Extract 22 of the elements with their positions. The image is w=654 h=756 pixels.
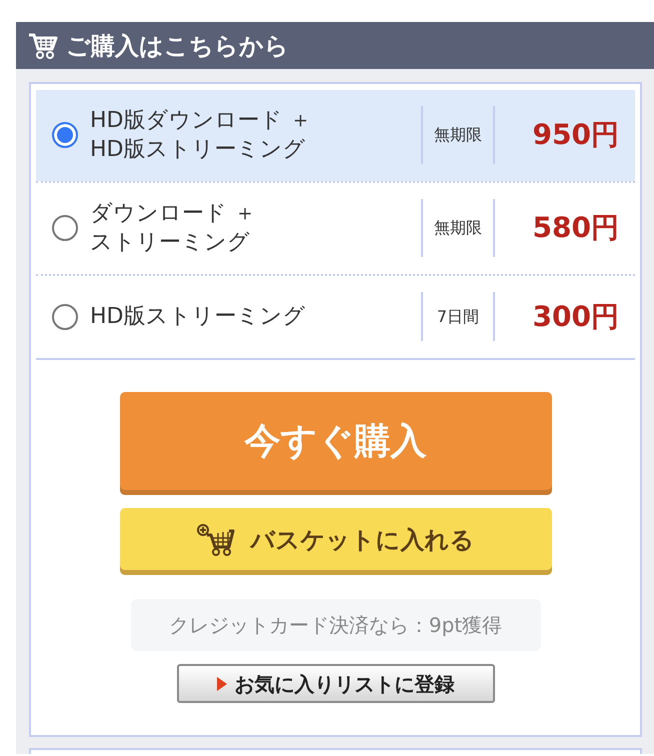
radio-button[interactable]	[52, 215, 78, 241]
radio-button[interactable]	[52, 122, 78, 148]
section-title: ご購入はこちらから	[66, 34, 289, 58]
points-note: クレジットカード決済なら：9pt獲得	[130, 599, 540, 651]
purchase-option-row[interactable]: ダウンロード ＋ ストリーミング 無期限 580円	[36, 181, 635, 274]
option-label: ダウンロード ＋ ストリーミング	[90, 200, 257, 257]
period-cell: 無期限	[421, 106, 495, 164]
radio-button[interactable]	[52, 304, 78, 330]
price-text: 580円	[532, 210, 620, 246]
period-cell: 7日間	[421, 292, 495, 341]
price-text: 300円	[532, 298, 620, 334]
triangle-icon	[216, 676, 226, 690]
option-label: HD版ストリーミング	[90, 303, 306, 331]
option-label: HD版ダウンロード ＋ HD版ストリーミング	[90, 107, 312, 164]
period-cell: 無期限	[421, 199, 495, 257]
purchase-option-row[interactable]: HD版ダウンロード ＋ HD版ストリーミング 無期限 950円	[36, 90, 635, 181]
add-to-favorites-button[interactable]: お気に入りリストに登録	[176, 664, 494, 703]
cart-icon	[28, 32, 58, 58]
purchase-option-row[interactable]: HD版ストリーミング 7日間 300円	[36, 274, 635, 358]
price-text: 950円	[532, 117, 620, 153]
add-to-basket-button[interactable]: バスケットに入れる	[120, 508, 552, 575]
cart-plus-icon	[196, 524, 234, 556]
